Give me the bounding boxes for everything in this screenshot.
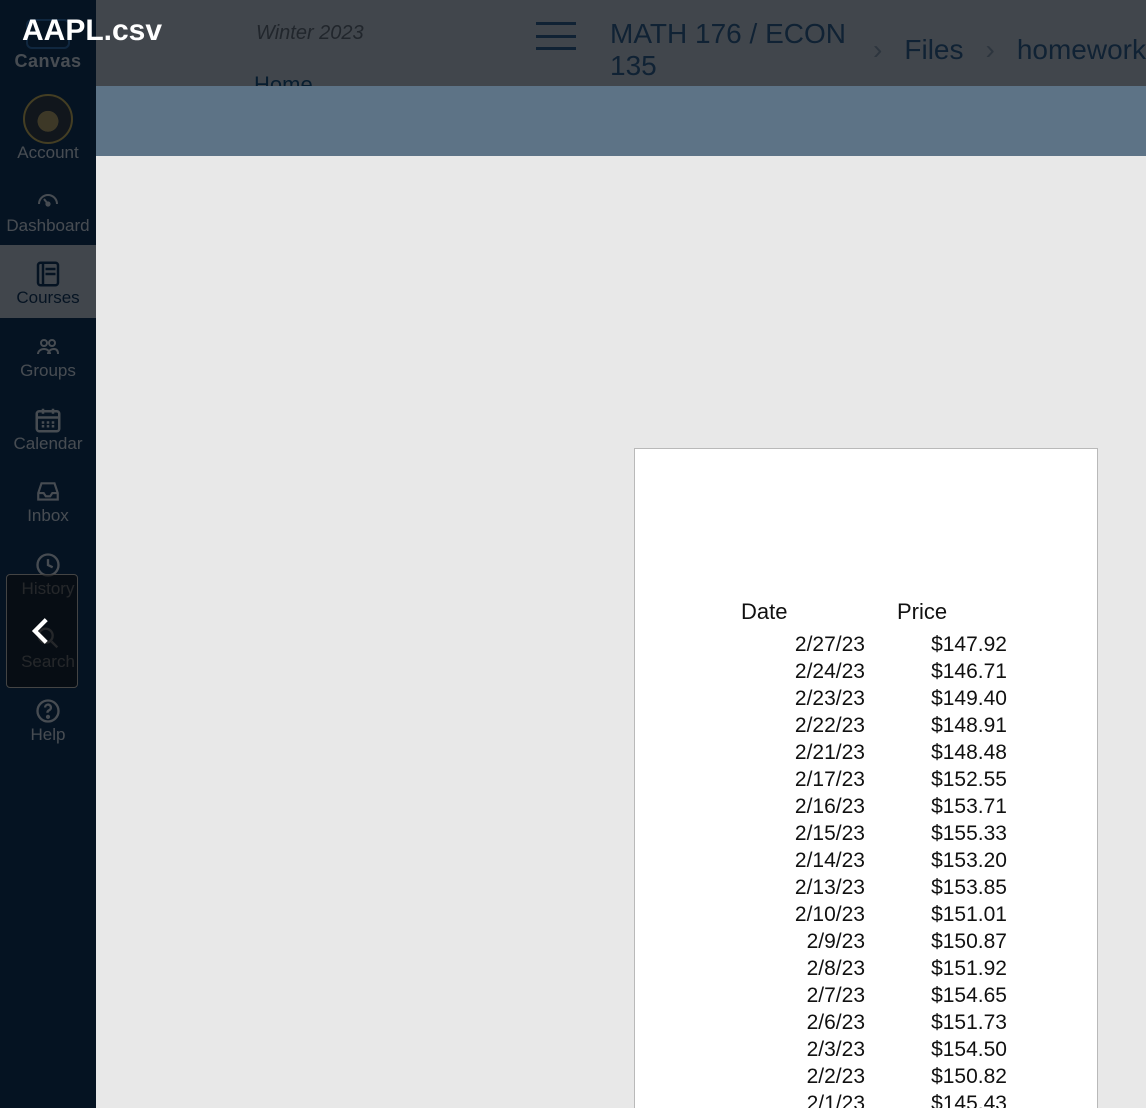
header-date: Date: [737, 599, 887, 625]
cell-date: 2/9/23: [737, 928, 887, 955]
price-table: Date Price 2/27/23$147.922/24/23$146.712…: [737, 599, 1037, 1108]
cell-price: $152.55: [887, 766, 1007, 793]
table-header: Date Price: [737, 599, 1037, 625]
table-row: 2/3/23$154.50: [737, 1036, 1037, 1063]
cell-date: 2/14/23: [737, 847, 887, 874]
cell-date: 2/24/23: [737, 658, 887, 685]
cell-date: 2/3/23: [737, 1036, 887, 1063]
cell-price: $149.40: [887, 685, 1007, 712]
cell-price: $146.71: [887, 658, 1007, 685]
cell-price: $150.87: [887, 928, 1007, 955]
table-row: 2/8/23$151.92: [737, 955, 1037, 982]
preview-toolbar: [96, 86, 1146, 156]
document-page: Date Price 2/27/23$147.922/24/23$146.712…: [634, 448, 1098, 1108]
cell-date: 2/13/23: [737, 874, 887, 901]
table-row: 2/17/23$152.55: [737, 766, 1037, 793]
cell-date: 2/15/23: [737, 820, 887, 847]
table-row: 2/13/23$153.85: [737, 874, 1037, 901]
table-row: 2/14/23$153.20: [737, 847, 1037, 874]
table-row: 2/1/23$145.43: [737, 1090, 1037, 1108]
table-row: 2/2/23$150.82: [737, 1063, 1037, 1090]
cell-price: $155.33: [887, 820, 1007, 847]
table-row: 2/6/23$151.73: [737, 1009, 1037, 1036]
table-row: 2/10/23$151.01: [737, 901, 1037, 928]
cell-date: 2/23/23: [737, 685, 887, 712]
table-row: 2/27/23$147.92: [737, 631, 1037, 658]
cell-date: 2/6/23: [737, 1009, 887, 1036]
cell-price: $153.85: [887, 874, 1007, 901]
cell-price: $151.01: [887, 901, 1007, 928]
cell-price: $154.65: [887, 982, 1007, 1009]
table-row: 2/23/23$149.40: [737, 685, 1037, 712]
cell-price: $151.92: [887, 955, 1007, 982]
header-price: Price: [887, 599, 1007, 625]
table-row: 2/24/23$146.71: [737, 658, 1037, 685]
table-row: 2/15/23$155.33: [737, 820, 1037, 847]
table-row: 2/7/23$154.65: [737, 982, 1037, 1009]
table-row: 2/16/23$153.71: [737, 793, 1037, 820]
cell-date: 2/1/23: [737, 1090, 887, 1108]
cell-price: $153.20: [887, 847, 1007, 874]
file-title: AAPL.csv: [22, 14, 162, 48]
preview-body: Date Price 2/27/23$147.922/24/23$146.712…: [96, 156, 1146, 1108]
cell-date: 2/22/23: [737, 712, 887, 739]
table-row: 2/21/23$148.48: [737, 739, 1037, 766]
cell-price: $148.91: [887, 712, 1007, 739]
cell-price: $153.71: [887, 793, 1007, 820]
cell-date: 2/2/23: [737, 1063, 887, 1090]
cell-date: 2/7/23: [737, 982, 887, 1009]
cell-date: 2/16/23: [737, 793, 887, 820]
cell-date: 2/8/23: [737, 955, 887, 982]
cell-price: $150.82: [887, 1063, 1007, 1090]
table-row: 2/9/23$150.87: [737, 928, 1037, 955]
cell-date: 2/21/23: [737, 739, 887, 766]
previous-page-button[interactable]: [6, 574, 78, 688]
cell-price: $145.43: [887, 1090, 1007, 1108]
cell-date: 2/17/23: [737, 766, 887, 793]
chevron-left-icon: [25, 608, 59, 654]
cell-date: 2/10/23: [737, 901, 887, 928]
cell-date: 2/27/23: [737, 631, 887, 658]
cell-price: $154.50: [887, 1036, 1007, 1063]
cell-price: $147.92: [887, 631, 1007, 658]
table-row: 2/22/23$148.91: [737, 712, 1037, 739]
cell-price: $148.48: [887, 739, 1007, 766]
cell-price: $151.73: [887, 1009, 1007, 1036]
